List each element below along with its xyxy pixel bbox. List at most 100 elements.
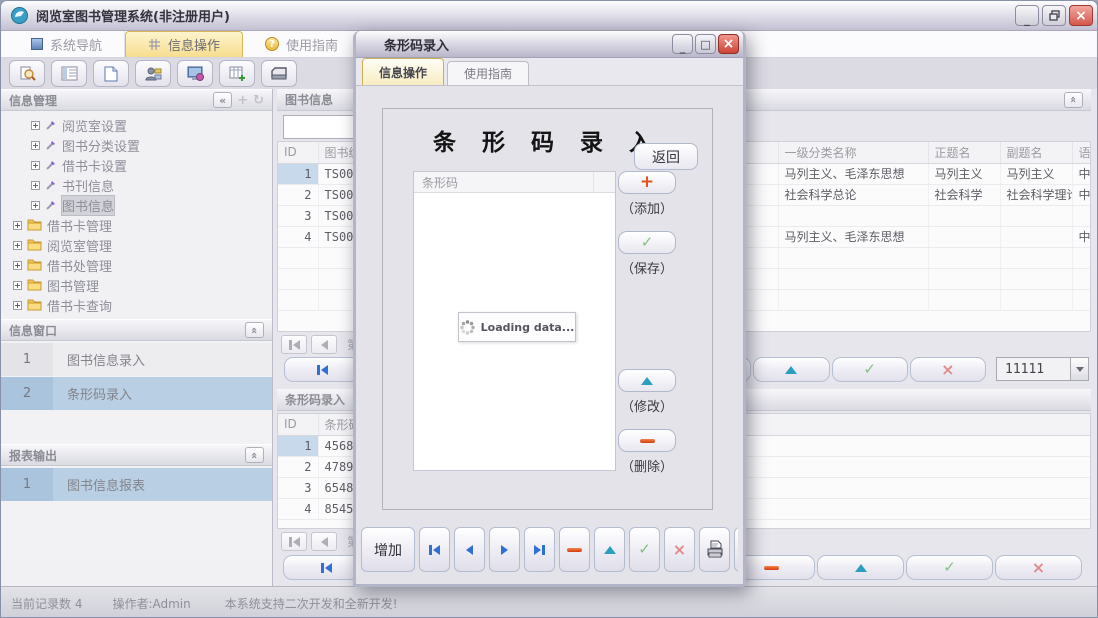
- tree-item-publication-info[interactable]: 书刊信息: [13, 175, 272, 195]
- list-item-book-entry[interactable]: 1 图书信息录入: [1, 343, 272, 376]
- section-info-window: 信息窗口 «: [1, 319, 272, 341]
- edit-label: （修改）: [604, 396, 690, 415]
- collapse-section-button[interactable]: «: [245, 322, 264, 338]
- dialog-tab-user-guide[interactable]: 使用指南: [447, 61, 529, 85]
- tool-icon: [45, 159, 57, 171]
- expand-icon[interactable]: [31, 181, 40, 190]
- edit-record-button[interactable]: [753, 357, 829, 382]
- delete-record-button[interactable]: [559, 527, 590, 572]
- restore-button[interactable]: [1042, 5, 1066, 26]
- tree-item-card-query[interactable]: 借书卡查询: [13, 295, 272, 315]
- expand-icon[interactable]: [31, 161, 40, 170]
- next-record-button[interactable]: [489, 527, 520, 572]
- expand-icon[interactable]: [31, 121, 40, 130]
- dialog-tab-info-operation[interactable]: 信息操作: [362, 58, 444, 85]
- dialog-body: 条 形 码 录 入 返回 条形码 Loading data...: [356, 86, 743, 581]
- record-combo[interactable]: 11111: [996, 357, 1089, 381]
- cancel-record-button[interactable]: ×: [995, 555, 1082, 580]
- expand-icon[interactable]: [13, 221, 22, 230]
- first-page-button[interactable]: [281, 532, 307, 551]
- section-report-output: 报表输出 «: [1, 444, 272, 466]
- form-button[interactable]: [51, 60, 87, 87]
- tab-user-guide[interactable]: ? 使用指南: [243, 31, 361, 57]
- dialog-heading: 条 形 码 录 入: [433, 123, 661, 157]
- list-item-barcode-entry[interactable]: 2 条形码录入: [1, 377, 272, 410]
- close-button[interactable]: ×: [1069, 5, 1093, 26]
- expand-icon[interactable]: [13, 301, 22, 310]
- monitor-icon: [187, 66, 204, 82]
- nav-tree: 阅览室设置 图书分类设置 借书卡设置 书刊信息 图书信息: [1, 111, 272, 319]
- expand-icon[interactable]: [31, 201, 40, 210]
- expand-icon[interactable]: [13, 241, 22, 250]
- expand-icon[interactable]: [31, 141, 40, 150]
- restore-icon: [1049, 10, 1060, 21]
- expand-icon[interactable]: [13, 281, 22, 290]
- card-tray-button[interactable]: [261, 60, 297, 87]
- last-record-button[interactable]: [524, 527, 555, 572]
- tool-icon: [45, 179, 57, 191]
- delete-label: （删除）: [604, 456, 690, 475]
- expand-icon[interactable]: [13, 261, 22, 270]
- tree-item-card-manage[interactable]: 借书卡管理: [13, 215, 272, 235]
- first-page-button[interactable]: [281, 335, 307, 354]
- dialog-title-bar: 条形码录入 _ □ ×: [356, 31, 743, 58]
- dialog-minimize-button[interactable]: _: [672, 34, 693, 54]
- first-record-button[interactable]: [284, 357, 360, 382]
- tree-item-book-info[interactable]: 图书信息: [13, 195, 272, 215]
- post-record-button[interactable]: ✓: [629, 527, 660, 572]
- barcode-pager: 第: [281, 532, 359, 551]
- list-item-book-report[interactable]: 1 图书信息报表: [1, 468, 272, 501]
- tree-item-reading-room-setup[interactable]: 阅览室设置: [13, 115, 272, 135]
- users-button[interactable]: [135, 60, 171, 87]
- dropdown-button[interactable]: [1070, 358, 1088, 380]
- edit-record-button[interactable]: [594, 527, 625, 572]
- save-label: （保存）: [604, 258, 690, 277]
- tree-item-book-category-setup[interactable]: 图书分类设置: [13, 135, 272, 155]
- report-list: 1 图书信息报表: [1, 466, 272, 562]
- cancel-record-button[interactable]: ×: [910, 357, 986, 382]
- table-add-button[interactable]: [219, 60, 255, 87]
- prev-page-button[interactable]: [311, 335, 337, 354]
- prev-page-button[interactable]: [311, 532, 337, 551]
- tree-item-book-manage[interactable]: 图书管理: [13, 275, 272, 295]
- back-button[interactable]: 返回: [634, 143, 698, 170]
- printer-icon: [705, 540, 725, 559]
- folder-icon: [27, 299, 42, 311]
- post-record-button[interactable]: ✓: [906, 555, 993, 580]
- collapse-section-button[interactable]: «: [245, 447, 264, 463]
- dialog-close-button[interactable]: ×: [718, 34, 739, 54]
- tree-item-reading-room-manage[interactable]: 阅览室管理: [13, 235, 272, 255]
- print-preview-button[interactable]: [734, 527, 738, 572]
- first-record-button[interactable]: [419, 527, 450, 572]
- tree-item-card-setup[interactable]: 借书卡设置: [13, 155, 272, 175]
- operator-label: 操作者:Admin: [112, 595, 190, 612]
- post-record-button[interactable]: ✓: [832, 357, 908, 382]
- document-button[interactable]: [93, 60, 129, 87]
- dialog-maximize-button[interactable]: □: [695, 34, 716, 54]
- document-icon: [104, 66, 118, 82]
- loading-indicator: Loading data...: [458, 312, 576, 342]
- print-button[interactable]: [699, 527, 730, 572]
- dialog-barcode-grid[interactable]: 条形码 Loading data...: [413, 171, 616, 471]
- search-button[interactable]: [9, 60, 45, 87]
- collapse-panel-button[interactable]: «: [1064, 92, 1083, 108]
- add-button[interactable]: +: [618, 171, 676, 194]
- edit-record-button[interactable]: [817, 555, 904, 580]
- delete-button[interactable]: [618, 429, 676, 452]
- minimize-button[interactable]: _: [1015, 5, 1039, 26]
- monitor-button[interactable]: [177, 60, 213, 87]
- tree-item-lending-desk-manage[interactable]: 借书处管理: [13, 255, 272, 275]
- collapse-panel-button[interactable]: «: [213, 92, 232, 108]
- form-icon: [61, 66, 78, 81]
- prev-record-button[interactable]: [454, 527, 485, 572]
- tool-icon: [45, 119, 57, 131]
- cancel-record-button[interactable]: ×: [664, 527, 695, 572]
- save-button[interactable]: ✓: [618, 231, 676, 254]
- folder-icon: [27, 239, 42, 251]
- append-button[interactable]: 增加: [361, 527, 415, 572]
- sidebar: 信息管理 « + ↻ 阅览室设置 图书分类设置 借书卡设置: [1, 89, 273, 586]
- edit-button[interactable]: [618, 369, 676, 392]
- dialog-action-column: + （添加） ✓ （保存） （修改） （删除）: [604, 171, 690, 489]
- tab-system-nav[interactable]: 系统导航: [9, 31, 125, 57]
- tab-info-operation[interactable]: 信息操作: [125, 31, 243, 57]
